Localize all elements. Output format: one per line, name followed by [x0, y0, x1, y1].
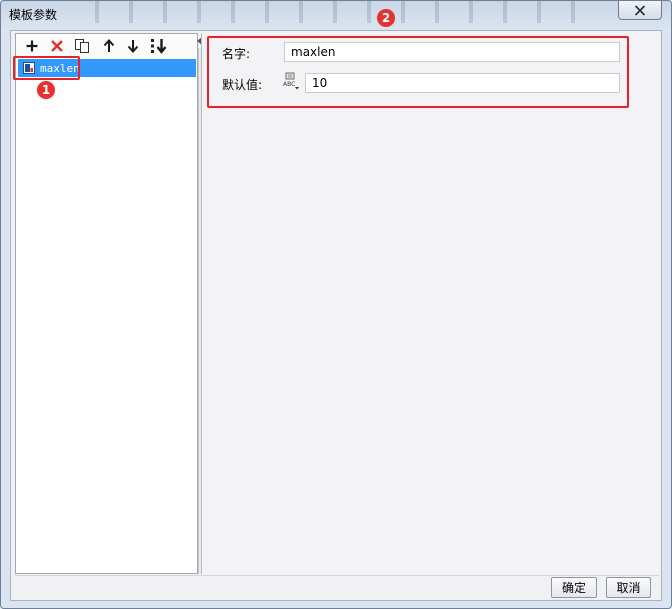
annotation-badge-1: 1 [37, 81, 55, 99]
close-button[interactable] [618, 1, 662, 20]
parameter-detail-panel: 名字: 默认值: ABC [202, 33, 659, 574]
delete-x-icon [51, 40, 63, 52]
annotation-box-2 [207, 36, 629, 108]
delete-parameter-button[interactable] [48, 37, 66, 55]
arrow-up-icon [103, 39, 115, 52]
add-parameter-button[interactable] [23, 37, 41, 55]
title-bar: 模板参数 [1, 1, 671, 29]
parameter-toolbar [16, 34, 197, 58]
footer-separator [15, 575, 659, 576]
dialog-title: 模板参数 [9, 8, 58, 22]
sort-icon [151, 39, 167, 54]
annotation-badge-2: 2 [377, 9, 395, 27]
copy-parameter-button[interactable] [73, 37, 91, 55]
parameter-list-panel: maxlen [15, 33, 203, 574]
move-up-button[interactable] [100, 37, 118, 55]
ok-button[interactable]: 确定 [551, 577, 597, 598]
move-down-button[interactable] [124, 37, 142, 55]
copy-icon [75, 39, 89, 53]
dialog-content: maxlen 名字: 默认值: ABC 确定 取消 [10, 30, 662, 601]
arrow-down-icon [127, 40, 139, 53]
cancel-button[interactable]: 取消 [606, 577, 651, 598]
dialog-window: 模板参数 maxlen 名字: maxlen 默认值: ABC 10 确定 取消… [0, 0, 672, 609]
sort-button[interactable] [150, 37, 168, 55]
close-icon [634, 4, 646, 16]
plus-icon [26, 40, 38, 52]
background-toolbar-ghost [81, 1, 591, 23]
annotation-box-1 [13, 56, 80, 80]
